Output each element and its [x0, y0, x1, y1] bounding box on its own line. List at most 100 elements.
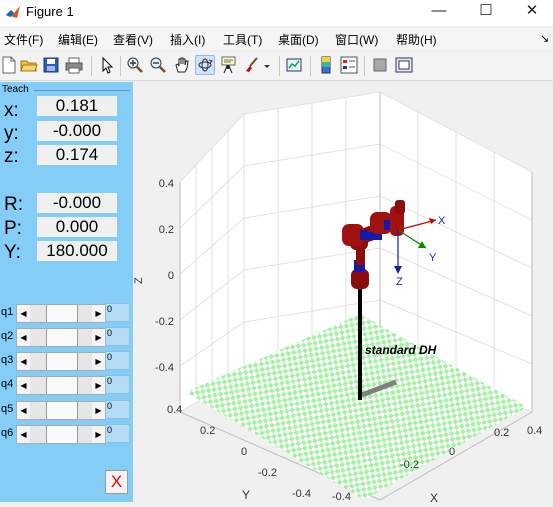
joint-label-q5: q5	[1, 403, 14, 415]
slider-thumb[interactable]	[46, 426, 78, 443]
roll-value: -0.000	[37, 193, 117, 213]
joint-label-q4: q4	[1, 378, 14, 390]
slider-left-arrow-icon[interactable]: ◀	[17, 329, 30, 346]
edit-plot-arrow-icon[interactable]	[96, 55, 116, 75]
menu-edit[interactable]: 编辑(E)	[58, 31, 98, 48]
rotate-3d-icon[interactable]	[195, 55, 215, 75]
menu-window[interactable]: 窗口(W)	[335, 31, 378, 48]
quit-button[interactable]: X	[105, 470, 128, 494]
close-button[interactable]: ✕	[512, 0, 552, 22]
y-axis-label: Y	[242, 488, 250, 502]
slider-right-arrow-icon[interactable]: ▶	[92, 426, 105, 443]
joint-label-q3: q3	[1, 354, 14, 366]
slider-left-arrow-icon[interactable]: ◀	[17, 353, 30, 370]
slider-left-arrow-icon[interactable]: ◀	[17, 305, 30, 322]
slider-right-arrow-icon[interactable]: ▶	[92, 305, 105, 322]
teach-panel-title: Teach	[2, 84, 29, 95]
menu-bar: 文件(F) 编辑(E) 查看(V) 插入(I) 工具(T) 桌面(D) 窗口(W…	[0, 28, 553, 50]
frame-z-label: Z	[396, 276, 403, 288]
menu-insert[interactable]: 插入(I)	[170, 31, 205, 48]
z-label: z:	[4, 146, 19, 167]
matlab-logo-icon	[6, 6, 20, 18]
joint-value-q4[interactable]: 0	[105, 375, 130, 394]
slider-right-arrow-icon[interactable]: ▶	[92, 329, 105, 346]
robot-name-label: standard DH	[365, 343, 437, 357]
save-icon[interactable]	[41, 55, 61, 75]
z-tick-label: -0.4	[155, 362, 174, 374]
brush-dropdown-icon[interactable]	[262, 55, 272, 75]
zoom-out-icon[interactable]	[148, 55, 168, 75]
maximize-button[interactable]: ☐	[466, 0, 506, 22]
z-tick-label: 0	[168, 270, 174, 282]
data-cursor-icon[interactable]	[219, 55, 239, 75]
joint-slider-q4[interactable]: ◀ ▶	[16, 376, 106, 395]
slider-left-arrow-icon[interactable]: ◀	[17, 377, 30, 394]
joint-slider-q1[interactable]: ◀ ▶	[16, 304, 106, 323]
x-tick-label: 0.2	[494, 427, 509, 439]
joint-value-q2[interactable]: 0	[105, 327, 130, 346]
minimize-button[interactable]: —	[419, 0, 459, 22]
z-tick-label: 0.2	[159, 224, 174, 236]
slider-left-arrow-icon[interactable]: ◀	[17, 402, 30, 419]
y-tick-label: 0	[241, 446, 247, 458]
toolbar-separator	[91, 56, 92, 76]
print-icon[interactable]	[64, 55, 84, 75]
open-file-icon[interactable]	[19, 55, 39, 75]
robot-3d-plot[interactable]: X Y Z standard DH 0.4 0.2 0 -0.2 -0.4 Z …	[133, 82, 553, 505]
slider-right-arrow-icon[interactable]: ▶	[92, 377, 105, 394]
joint-value-q6[interactable]: 0	[105, 424, 130, 443]
brush-icon[interactable]	[242, 55, 262, 75]
toolbar-separator	[364, 56, 365, 76]
joint-label-q1: q1	[1, 306, 14, 318]
joint-value-q5[interactable]: 0	[105, 400, 130, 419]
colorbar-icon[interactable]	[316, 55, 336, 75]
hide-plot-tools-icon[interactable]	[370, 55, 390, 75]
zoom-in-icon[interactable]	[125, 55, 145, 75]
pan-hand-icon[interactable]	[172, 55, 192, 75]
menu-tools[interactable]: 工具(T)	[223, 31, 262, 48]
teach-panel: Teach x: 0.181 y: -0.000 z: 0.174 R: -0.…	[0, 82, 133, 502]
plot-axes[interactable]: X Y Z standard DH 0.4 0.2 0 -0.2 -0.4 Z …	[133, 82, 553, 505]
joint-slider-q6[interactable]: ◀ ▶	[16, 425, 106, 444]
legend-icon[interactable]	[339, 55, 359, 75]
y-label: y:	[4, 123, 19, 144]
window-title: Figure 1	[26, 4, 74, 19]
x-tick-label: 0	[449, 446, 455, 458]
joint-label-q6: q6	[1, 427, 14, 439]
dock-arrow-icon[interactable]: ↘	[540, 32, 549, 45]
joint-slider-q3[interactable]: ◀ ▶	[16, 352, 106, 371]
slider-right-arrow-icon[interactable]: ▶	[92, 402, 105, 419]
y-value: -0.000	[37, 121, 117, 141]
joint-value-q1[interactable]: 0	[105, 303, 130, 322]
figure-toolbar	[0, 52, 553, 81]
slider-thumb[interactable]	[46, 329, 78, 346]
show-plot-tools-icon[interactable]	[394, 55, 414, 75]
joint-slider-q5[interactable]: ◀ ▶	[16, 401, 106, 420]
title-bar: Figure 1 — ☐ ✕	[0, 0, 553, 26]
y-tick-label: 0.4	[167, 404, 182, 416]
menu-file[interactable]: 文件(F)	[4, 31, 43, 48]
x-tick-label: 0.4	[527, 425, 542, 437]
z-tick-label: 0.4	[159, 178, 174, 190]
panel-border-line	[34, 90, 130, 91]
slider-thumb[interactable]	[46, 402, 78, 419]
slider-thumb[interactable]	[46, 353, 78, 370]
yaw-value: 180.000	[37, 241, 117, 261]
menu-desktop[interactable]: 桌面(D)	[278, 31, 319, 48]
slider-thumb[interactable]	[46, 305, 78, 322]
joint-slider-q2[interactable]: ◀ ▶	[16, 328, 106, 347]
x-axis-label: X	[430, 491, 438, 502]
slider-right-arrow-icon[interactable]: ▶	[92, 353, 105, 370]
y-tick-label: -0.2	[258, 467, 277, 479]
joint-value-q3[interactable]: 0	[105, 351, 130, 370]
new-figure-icon[interactable]	[0, 55, 20, 75]
link-plot-icon[interactable]	[284, 55, 304, 75]
slider-left-arrow-icon[interactable]: ◀	[17, 426, 30, 443]
z-value: 0.174	[37, 145, 117, 165]
menu-view[interactable]: 查看(V)	[113, 31, 153, 48]
frame-x-label: X	[438, 215, 446, 227]
pitch-value: 0.000	[37, 217, 117, 237]
slider-thumb[interactable]	[46, 377, 78, 394]
menu-help[interactable]: 帮助(H)	[396, 31, 437, 48]
pitch-label: P:	[4, 218, 22, 239]
